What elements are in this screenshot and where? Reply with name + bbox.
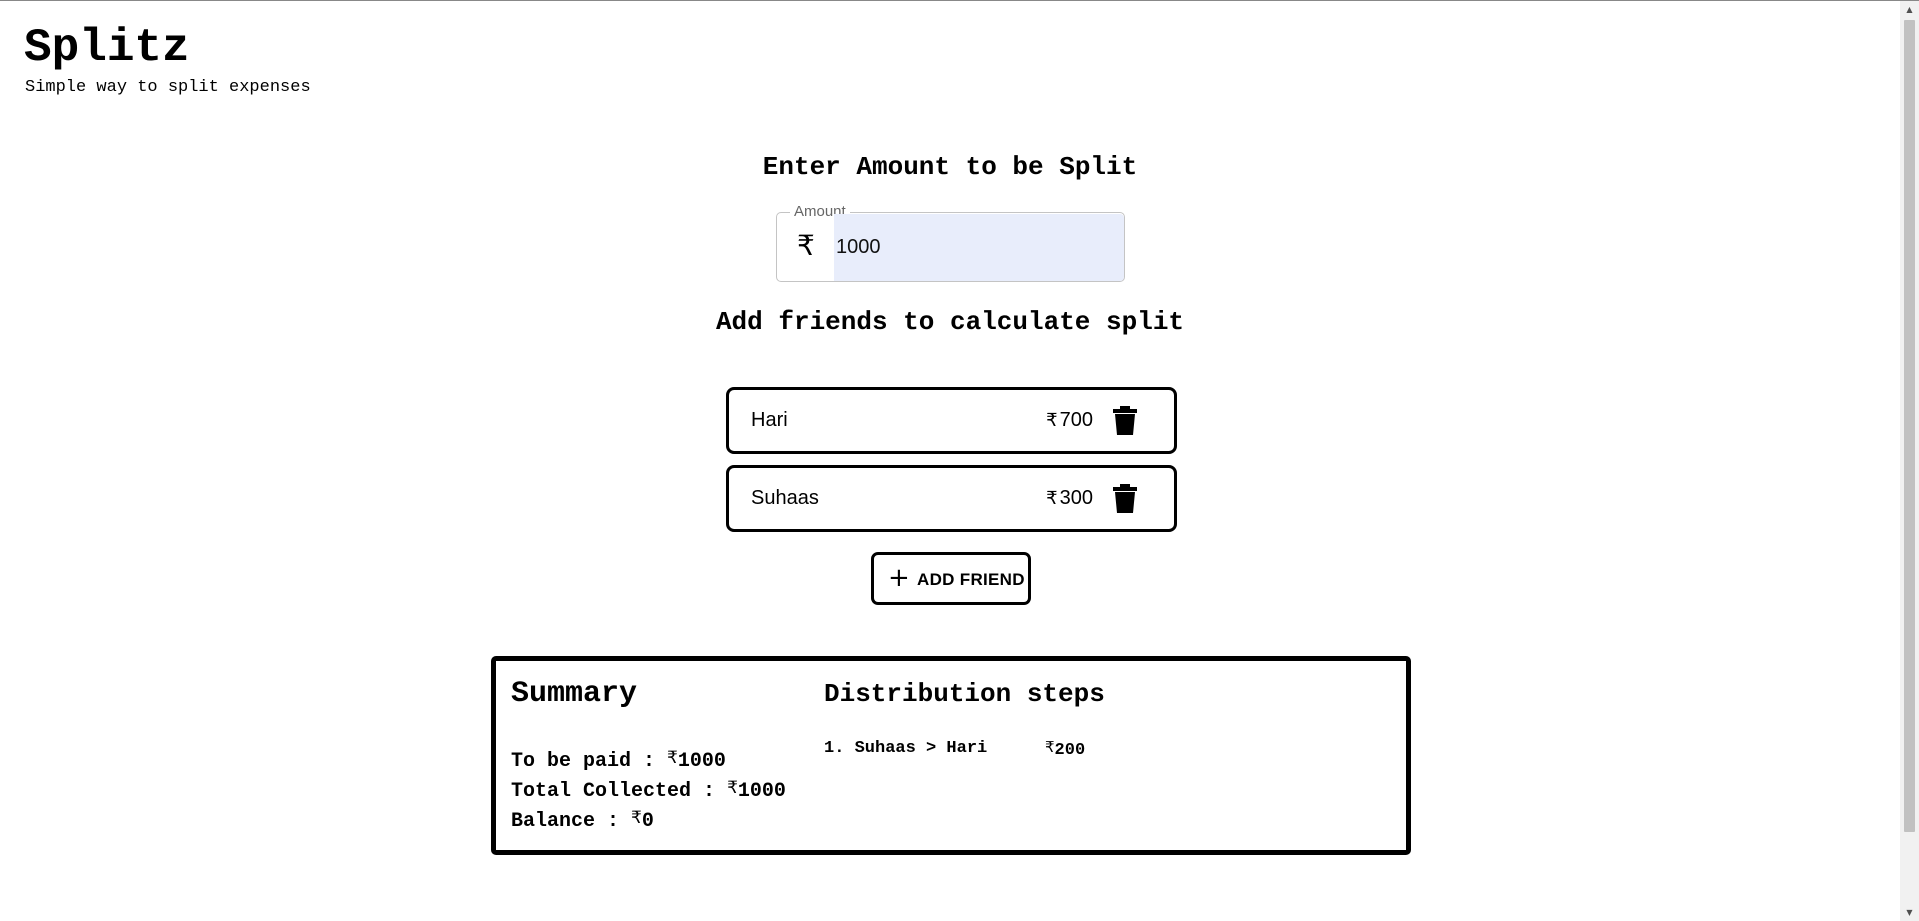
add-friend-label: ADD FRIEND: [917, 570, 1025, 589]
plus-icon: +: [888, 563, 910, 593]
to-be-paid-label: To be paid :: [511, 750, 656, 773]
scroll-down-arrow-icon[interactable]: ▼: [1900, 904, 1919, 921]
balance-label: Balance :: [511, 810, 620, 833]
distribution-step-text: 1. Suhaas > Hari: [824, 739, 988, 758]
add-friend-button[interactable]: + ADD FRIEND: [871, 552, 1031, 605]
delete-friend-button[interactable]: [1112, 484, 1138, 514]
friend-name: Hari: [751, 409, 788, 431]
distribution-step-value: 200: [1054, 741, 1086, 760]
trash-icon: [1113, 484, 1137, 513]
distribution-step-amount: ₹200: [1045, 738, 1086, 761]
friend-card: Suhaas ₹300: [726, 465, 1177, 532]
friend-name: Suhaas: [751, 487, 819, 509]
rupee-icon: ₹: [727, 778, 738, 798]
friend-amount-value: 300: [1059, 487, 1093, 509]
summary-panel: Summary To be paid : ₹1000 Total Collect…: [491, 656, 1411, 855]
rupee-icon: ₹: [667, 748, 678, 768]
balance-line: Balance : ₹0: [511, 808, 654, 834]
scrollbar-thumb[interactable]: [1904, 20, 1915, 832]
app-title: Splitz: [24, 22, 190, 74]
rupee-icon: ₹: [1045, 738, 1055, 756]
friends-heading: Add friends to calculate split: [715, 307, 1185, 337]
friend-amount: ₹700: [1046, 408, 1093, 433]
total-collected-line: Total Collected : ₹1000: [511, 778, 786, 804]
total-collected-value: 1000: [737, 780, 786, 803]
rupee-icon: ₹: [1046, 488, 1058, 509]
app-subtitle: Simple way to split expenses: [25, 78, 311, 97]
distribution-title: Distribution steps: [824, 679, 1105, 709]
page: Splitz Simple way to split expenses Ente…: [0, 1, 1900, 921]
rupee-icon: ₹: [631, 808, 642, 828]
distribution-step: 1. Suhaas > Hari ₹200: [824, 738, 1085, 760]
vertical-scrollbar[interactable]: ▲ ▼: [1900, 1, 1919, 921]
friend-amount: ₹300: [1046, 486, 1093, 511]
amount-field[interactable]: Amount ₹: [776, 202, 1125, 282]
summary-title: Summary: [511, 677, 638, 711]
balance-value: 0: [641, 810, 654, 833]
rupee-icon: ₹: [1046, 410, 1058, 431]
scroll-up-arrow-icon[interactable]: ▲: [1900, 1, 1919, 18]
delete-friend-button[interactable]: [1112, 406, 1138, 436]
friend-card: Hari ₹700: [726, 387, 1177, 454]
amount-heading: Enter Amount to be Split: [762, 152, 1138, 182]
trash-icon: [1113, 406, 1137, 435]
amount-input[interactable]: [834, 214, 1124, 281]
friend-amount-value: 700: [1059, 409, 1093, 431]
rupee-icon: ₹: [797, 229, 815, 262]
to-be-paid-value: 1000: [677, 750, 726, 773]
total-collected-label: Total Collected :: [511, 780, 716, 803]
to-be-paid-line: To be paid : ₹1000: [511, 748, 726, 774]
